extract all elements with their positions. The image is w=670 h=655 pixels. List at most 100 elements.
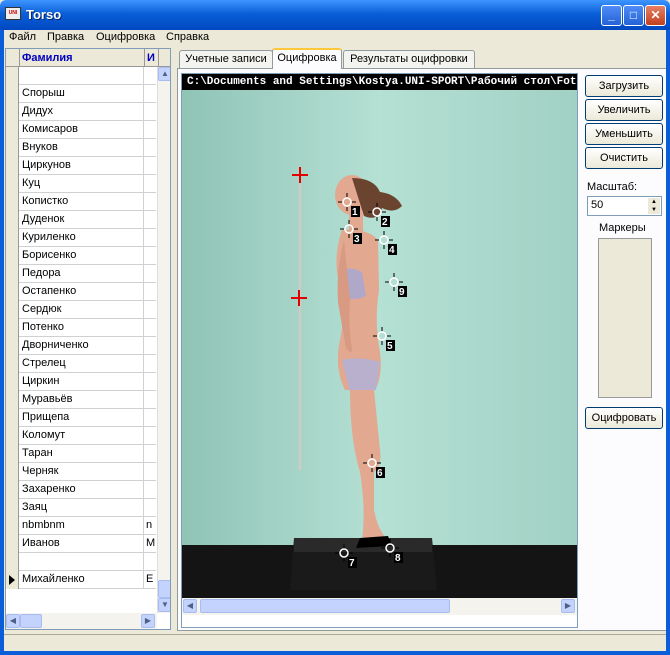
table-row[interactable]: Борисенко (6, 247, 156, 265)
digitize-button[interactable]: Оцифровать (585, 407, 663, 429)
viewer-scroll-right-button[interactable]: ▶ (561, 599, 575, 613)
cell-surname[interactable]: Заяц (20, 499, 144, 517)
row-indicator[interactable] (6, 193, 19, 211)
table-row[interactable]: Циркин (6, 373, 156, 391)
cell-initial[interactable] (145, 193, 157, 211)
cell-initial[interactable] (145, 139, 157, 157)
cell-surname[interactable]: Куриленко (20, 229, 144, 247)
row-indicator[interactable] (6, 337, 19, 355)
menu-help[interactable]: Справка (166, 31, 209, 43)
tab-accounts[interactable]: Учетные записи (179, 50, 273, 68)
row-indicator[interactable] (6, 121, 19, 139)
tab-digitize[interactable]: Оцифровка (272, 48, 342, 69)
cell-surname[interactable]: Педора (20, 265, 144, 283)
row-indicator[interactable] (6, 427, 19, 445)
row-indicator[interactable] (6, 319, 19, 337)
minimize-button[interactable]: _ (601, 5, 622, 26)
table-row[interactable]: Коломут (6, 427, 156, 445)
cell-initial[interactable] (145, 157, 157, 175)
table-row[interactable]: nbmbnm n (6, 517, 156, 535)
table-row[interactable]: Копистко (6, 193, 156, 211)
row-indicator[interactable] (6, 355, 19, 373)
cell-initial[interactable] (145, 355, 157, 373)
menu-edit[interactable]: Правка (47, 31, 84, 43)
row-indicator[interactable] (6, 139, 19, 157)
table-row[interactable]: Сердюк (6, 301, 156, 319)
row-indicator[interactable] (6, 391, 19, 409)
cell-surname[interactable]: Стрелец (20, 355, 144, 373)
cell-surname[interactable] (20, 553, 144, 571)
row-indicator[interactable] (6, 175, 19, 193)
table-row[interactable]: Таран (6, 445, 156, 463)
table-row[interactable] (6, 67, 156, 85)
cell-initial[interactable] (145, 319, 157, 337)
table-row[interactable]: Комисаров (6, 121, 156, 139)
cell-initial[interactable]: Е (145, 571, 157, 589)
cell-surname[interactable]: Циркин (20, 373, 144, 391)
cell-surname[interactable]: Сердюк (20, 301, 144, 319)
row-indicator[interactable] (6, 211, 19, 229)
hscroll-thumb[interactable] (20, 614, 42, 628)
cell-surname[interactable]: Потенко (20, 319, 144, 337)
cell-surname[interactable]: Иванов (20, 535, 144, 553)
table-row[interactable]: Стрелец (6, 355, 156, 373)
table-row[interactable]: Михайленко Е (6, 571, 156, 589)
cell-surname[interactable]: Прищепа (20, 409, 144, 427)
cell-initial[interactable] (145, 121, 157, 139)
table-row[interactable]: Циркунов (6, 157, 156, 175)
cell-initial[interactable] (145, 103, 157, 121)
row-indicator[interactable] (6, 463, 19, 481)
tab-results[interactable]: Результаты оцифровки (343, 50, 475, 68)
title-bar[interactable]: UNI Torso _ □ ✕ (0, 0, 670, 30)
viewer-hscroll-thumb[interactable] (200, 599, 450, 613)
cell-initial[interactable] (145, 175, 157, 193)
cell-surname[interactable]: Копистко (20, 193, 144, 211)
cell-initial[interactable] (145, 463, 157, 481)
cell-surname[interactable]: nbmbnm (20, 517, 144, 535)
load-button[interactable]: Загрузить (585, 75, 663, 97)
table-row[interactable]: Дидух (6, 103, 156, 121)
cell-surname[interactable]: Муравьёв (20, 391, 144, 409)
table-row[interactable]: Педора (6, 265, 156, 283)
grid-vertical-scrollbar[interactable]: ▲ ▼ (157, 67, 170, 613)
cell-surname[interactable]: Михайленко (20, 571, 144, 589)
cell-initial[interactable] (145, 445, 157, 463)
column-header-surname[interactable]: Фамилия (20, 49, 145, 67)
row-indicator[interactable] (6, 283, 19, 301)
scroll-up-button[interactable]: ▲ (158, 67, 170, 81)
row-indicator[interactable] (6, 499, 19, 517)
zoom-in-button[interactable]: Увеличить (585, 99, 663, 121)
row-indicator[interactable] (6, 445, 19, 463)
clear-button[interactable]: Очистить (585, 147, 663, 169)
cell-surname[interactable]: Комисаров (20, 121, 144, 139)
cell-initial[interactable] (145, 553, 157, 571)
cell-surname[interactable]: Коломут (20, 427, 144, 445)
cell-initial[interactable] (145, 265, 157, 283)
row-indicator[interactable] (6, 157, 19, 175)
row-indicator[interactable] (6, 481, 19, 499)
cell-surname[interactable]: Дидух (20, 103, 144, 121)
cell-initial[interactable] (145, 391, 157, 409)
row-indicator[interactable] (6, 301, 19, 319)
image-viewer[interactable]: C:\Documents and Settings\Kostya.UNI-SPO… (181, 73, 578, 628)
row-indicator[interactable] (6, 571, 19, 589)
scroll-left-button[interactable]: ◀ (6, 614, 20, 628)
cell-initial[interactable] (145, 211, 157, 229)
cell-surname[interactable]: Куц (20, 175, 144, 193)
cell-initial[interactable] (145, 283, 157, 301)
table-row[interactable]: Захаренко (6, 481, 156, 499)
cell-initial[interactable] (145, 337, 157, 355)
maximize-button[interactable]: □ (623, 5, 644, 26)
spin-down-button[interactable]: ▼ (648, 206, 660, 214)
cell-initial[interactable] (145, 301, 157, 319)
table-row[interactable]: Куриленко (6, 229, 156, 247)
cell-surname[interactable]: Внуков (20, 139, 144, 157)
scroll-thumb[interactable] (158, 580, 170, 598)
row-indicator[interactable] (6, 535, 19, 553)
cell-initial[interactable] (145, 85, 157, 103)
grid-horizontal-scrollbar[interactable]: ◀ ▶ (6, 613, 157, 629)
cell-surname[interactable]: Борисенко (20, 247, 144, 265)
athletes-grid[interactable]: Фамилия И Спорыш Дидух Комисаров Внуков Цирк… (5, 48, 171, 630)
row-indicator[interactable] (6, 67, 19, 85)
row-indicator[interactable] (6, 265, 19, 283)
